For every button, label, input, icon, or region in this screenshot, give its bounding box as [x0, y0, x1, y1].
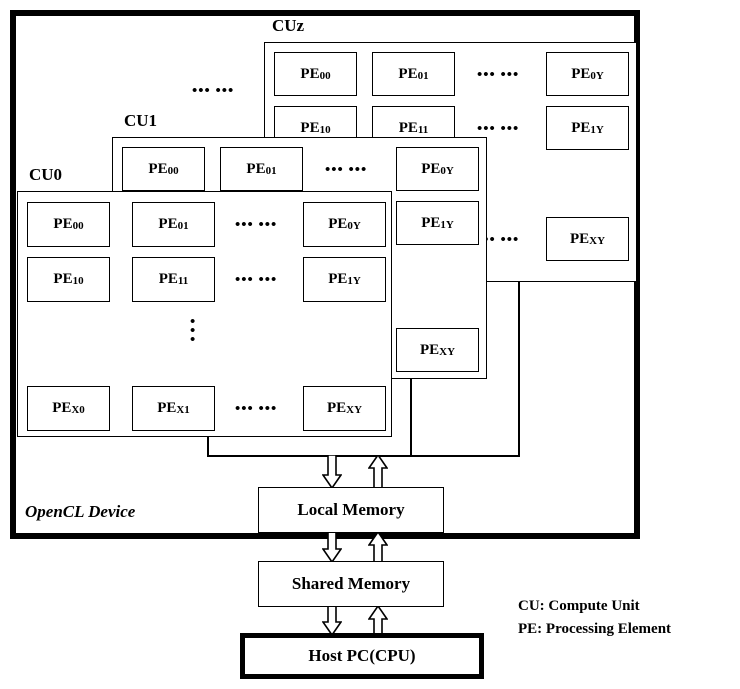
pe-label: PE — [158, 216, 178, 232]
pe-cu1-01: PE 01 — [220, 147, 303, 191]
pe-cuz-0Y: PE 0Y — [546, 52, 629, 96]
pe-subscript: 1Y — [590, 123, 604, 136]
pe-label: PE — [326, 400, 347, 416]
pe-cuz-00: PE 00 — [274, 52, 357, 96]
pe-subscript: XY — [439, 345, 456, 358]
pe-cu0-1Y: PE 1Y — [303, 257, 386, 302]
ellipsis-cu0-row1: ••• ••• — [235, 272, 278, 288]
pe-label: PE — [398, 119, 418, 136]
connector-cuz-vertical — [518, 282, 520, 457]
pe-cu0-01: PE 01 — [132, 202, 215, 247]
ellipsis-cu0-rowX: ••• ••• — [235, 401, 278, 417]
pe-cuz-01: PE 01 — [372, 52, 455, 96]
ellipsis-cu-stack: ••• ••• — [192, 83, 235, 99]
local-memory-box: Local Memory — [258, 487, 444, 533]
legend-line-pe: PE: Processing Element — [518, 621, 672, 637]
pe-subscript: 01 — [265, 164, 277, 177]
legend-line-cu: CU: Compute Unit — [518, 598, 640, 614]
pe-cu1-00: PE 00 — [122, 147, 205, 191]
pe-label: PE — [569, 230, 590, 247]
pe-label: PE — [300, 65, 320, 82]
pe-label: PE — [53, 216, 73, 232]
pe-cu0-X0: PE X0 — [27, 386, 110, 431]
pe-subscript: 11 — [417, 123, 429, 136]
pe-label: PE — [421, 214, 441, 231]
pe-cuz-1Y: PE 1Y — [546, 106, 629, 150]
pe-cu0-00: PE 00 — [27, 202, 110, 247]
pe-label: PE — [328, 216, 348, 232]
pe-label: PE — [571, 119, 591, 136]
connector-cu0-vertical — [207, 437, 209, 456]
compute-unit-0-panel: PE 00 PE 01 ••• ••• PE 0Y PE 10 PE 11 ••• •••… — [17, 191, 392, 437]
host-pc-box: Host PC(CPU) — [240, 633, 484, 679]
pe-subscript: 0Y — [347, 220, 361, 232]
pe-subscript: 00 — [72, 220, 84, 232]
compute-unit-0-title: CU0 — [27, 165, 65, 185]
pe-subscript: XY — [346, 404, 363, 416]
legend: CU: Compute Unit PE: Processing Element — [518, 595, 671, 641]
pe-subscript: 0Y — [590, 69, 604, 82]
pe-label: PE — [328, 271, 348, 287]
arrow-up-from-host-pc — [368, 606, 388, 636]
pe-label: PE — [53, 271, 73, 287]
pe-label: PE — [158, 271, 178, 287]
opencl-architecture-diagram: OpenCL Device CUz PE 00 PE 01 ••• ••• PE 0Y… — [0, 0, 740, 689]
pe-subscript: XY — [589, 234, 606, 247]
pe-subscript: 1Y — [440, 218, 454, 231]
pe-subscript: 10 — [72, 275, 84, 287]
compute-unit-z-title: CUz — [270, 16, 307, 36]
connector-cu1-vertical — [410, 379, 412, 457]
pe-label: PE — [148, 160, 168, 177]
pe-cuz-XY: PE XY — [546, 217, 629, 261]
arrow-down-to-local-memory — [322, 455, 342, 489]
connector-cu0-horizontal — [207, 455, 337, 457]
pe-subscript: X0 — [71, 404, 85, 416]
arrow-down-to-host-pc — [322, 606, 342, 636]
pe-subscript: 01 — [177, 220, 189, 232]
compute-unit-1-title: CU1 — [122, 111, 160, 131]
pe-label: PE — [419, 341, 440, 358]
pe-subscript: 00 — [319, 69, 331, 82]
pe-label: PE — [398, 65, 418, 82]
pe-label: PE — [421, 160, 441, 177]
pe-subscript: 0Y — [440, 164, 454, 177]
pe-label: PE — [571, 65, 591, 82]
pe-cu1-XY: PE XY — [396, 328, 479, 372]
pe-subscript: X1 — [176, 404, 190, 416]
ellipsis-cu1-row0: ••• ••• — [325, 162, 368, 178]
pe-subscript: 1Y — [347, 275, 361, 287]
pe-label: PE — [300, 119, 320, 136]
ellipsis-cu0-row0: ••• ••• — [235, 217, 278, 233]
pe-cu1-1Y: PE 1Y — [396, 201, 479, 245]
pe-cu0-XY: PE XY — [303, 386, 386, 431]
arrow-up-from-shared-memory — [368, 532, 388, 563]
pe-subscript: 10 — [319, 123, 331, 136]
arrow-down-to-shared-memory — [322, 532, 342, 563]
pe-subscript: 11 — [177, 275, 189, 287]
ellipsis-cuz-row1: ••• ••• — [477, 121, 520, 137]
pe-label: PE — [246, 160, 266, 177]
opencl-device-label: OpenCL Device — [25, 502, 136, 521]
ellipsis-cuz-row0: ••• ••• — [477, 67, 520, 83]
pe-cu0-11: PE 11 — [132, 257, 215, 302]
pe-label: PE — [52, 400, 72, 416]
pe-subscript: 00 — [167, 164, 179, 177]
pe-cu0-X1: PE X1 — [132, 386, 215, 431]
pe-cu0-10: PE 10 — [27, 257, 110, 302]
pe-subscript: 01 — [417, 69, 429, 82]
pe-cu0-0Y: PE 0Y — [303, 202, 386, 247]
pe-cu1-0Y: PE 0Y — [396, 147, 479, 191]
ellipsis-cu0-vertical: • • • — [190, 314, 196, 348]
arrow-up-from-local-memory — [368, 455, 388, 489]
pe-label: PE — [157, 400, 177, 416]
shared-memory-box: Shared Memory — [258, 561, 444, 607]
